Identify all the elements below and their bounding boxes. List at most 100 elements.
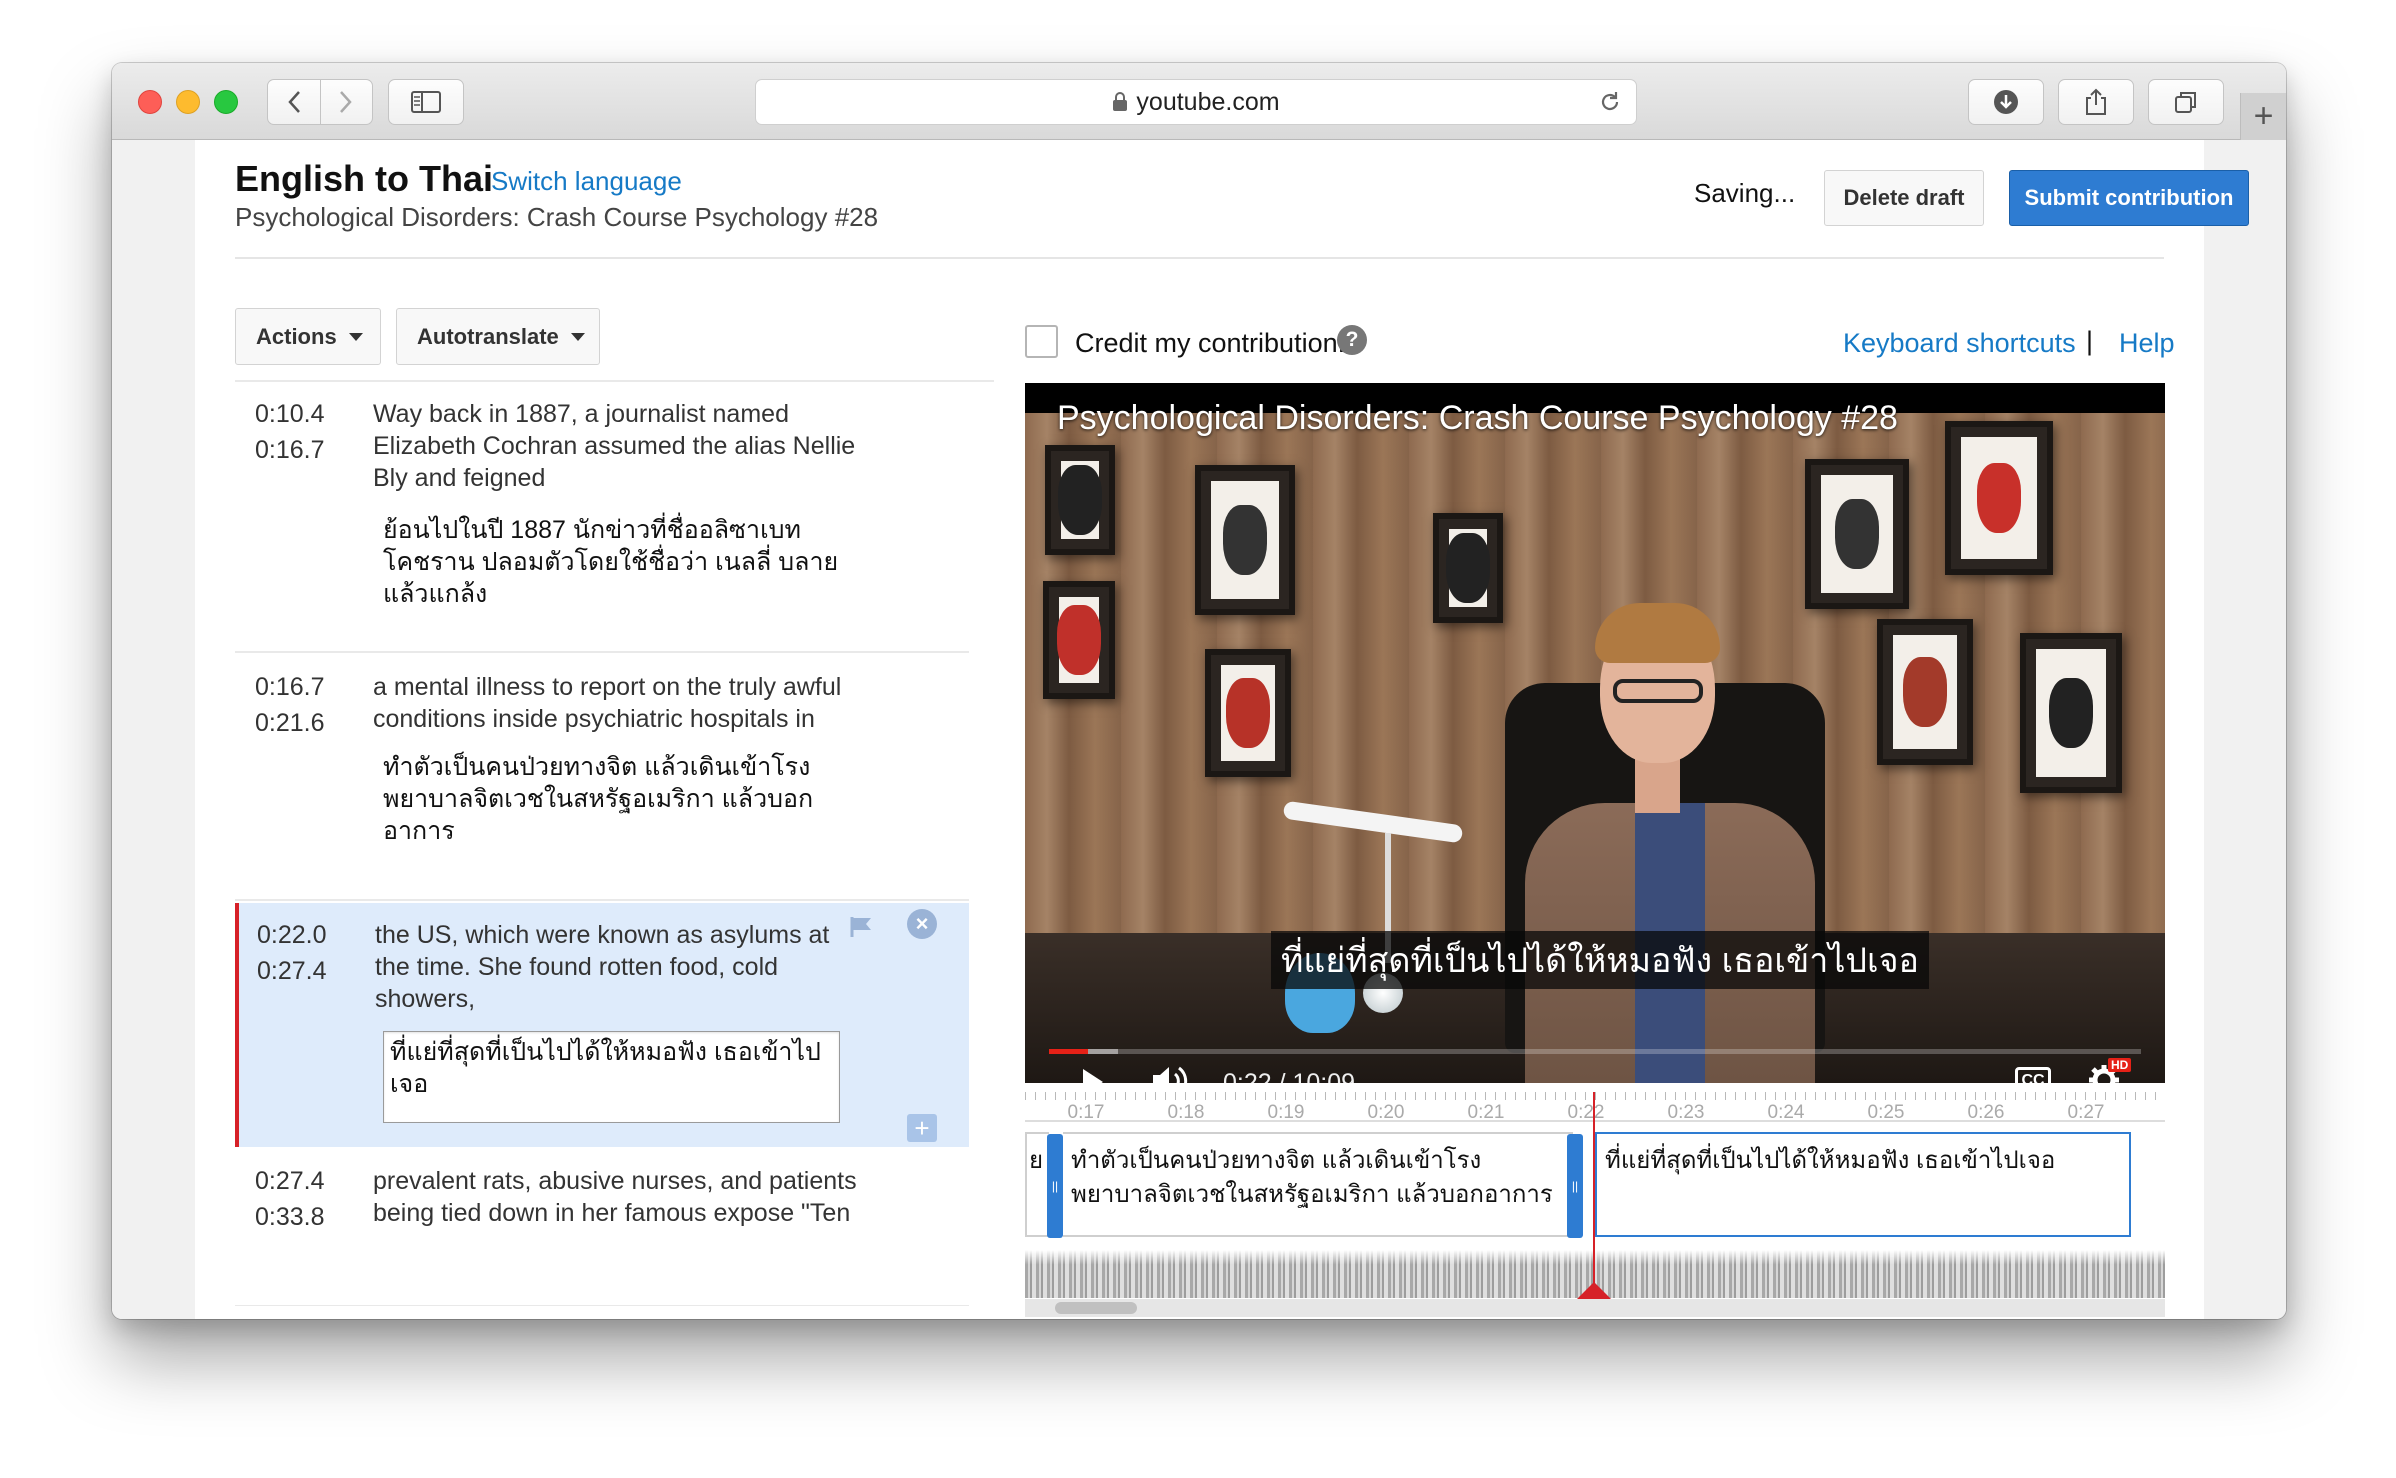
- segment-end-handle[interactable]: ||: [1567, 1134, 1583, 1238]
- wall-frame: [1043, 581, 1115, 699]
- caption-list[interactable]: 0:10.4 0:16.7 Way back in 1887, a journa…: [235, 380, 994, 1306]
- zoom-window-button[interactable]: [214, 90, 238, 114]
- close-window-button[interactable]: [138, 90, 162, 114]
- caption-start-time[interactable]: 0:22.0: [257, 917, 327, 953]
- add-caption-icon[interactable]: +: [907, 1113, 937, 1143]
- video-player[interactable]: Psychological Disorders: Crash Course Ps…: [1025, 383, 2165, 1083]
- caption-times: 0:16.7 0:21.6: [255, 669, 325, 741]
- timeline-tick: 0:24: [1767, 1102, 1805, 1123]
- credit-checkbox[interactable]: [1025, 325, 1058, 358]
- caption-timeline[interactable]: 0:17 0:18 0:19 0:20 0:21 0:22 0:23 0:24 …: [1025, 1092, 2165, 1317]
- downloads-button[interactable]: [1968, 79, 2044, 125]
- caption-end-time[interactable]: 0:16.7: [255, 432, 325, 468]
- video-presenter-hair: [1595, 603, 1720, 663]
- timeline-segment-next[interactable]: ที่แย่ที่สุดที่เป็นไปได้ให้หมอฟัง เธอเข้…: [1595, 1132, 2131, 1237]
- tab-overview-button[interactable]: [2148, 79, 2224, 125]
- timeline-tick: 0:22: [1567, 1102, 1605, 1123]
- minimize-window-button[interactable]: [176, 90, 200, 114]
- playhead-marker-icon[interactable]: [1576, 1282, 1612, 1300]
- caption-row[interactable]: 0:10.4 0:16.7 Way back in 1887, a journa…: [235, 382, 969, 653]
- caption-source-text: the US, which were known as asylums at t…: [375, 921, 830, 1013]
- autotranslate-dropdown[interactable]: Autotranslate: [396, 308, 600, 365]
- delete-caption-icon[interactable]: ×: [907, 909, 937, 939]
- share-icon: [2086, 88, 2106, 115]
- wall-frame: [1433, 513, 1503, 623]
- timeline-scrollbar[interactable]: [1025, 1299, 2165, 1317]
- share-button[interactable]: [2058, 79, 2134, 125]
- page: English to Thai Switch language Psycholo…: [112, 140, 2286, 1319]
- video-progress-bar[interactable]: [1049, 1049, 2141, 1054]
- chevron-left-icon: [288, 91, 300, 113]
- timeline-playhead[interactable]: [1593, 1092, 1595, 1299]
- segment-start-handle[interactable]: ||: [1047, 1134, 1063, 1238]
- address-host: youtube.com: [1136, 87, 1280, 116]
- credit-label[interactable]: Credit my contribution.: [1075, 328, 1345, 359]
- download-icon: [1994, 90, 2018, 114]
- video-title-overlay[interactable]: Psychological Disorders: Crash Course Ps…: [1057, 399, 1898, 438]
- wall-frame: [2020, 633, 2122, 793]
- saving-status: Saving...: [1694, 178, 1796, 208]
- caption-times: 0:22.0 0:27.4: [257, 917, 327, 989]
- nav-buttons: [267, 79, 373, 125]
- wall-frame: [1877, 619, 1973, 765]
- caption-start-time[interactable]: 0:16.7: [255, 669, 325, 705]
- caption-translation-text[interactable]: ทำตัวเป็นคนป่วยทางจิต แล้วเดินเข้าโรง พย…: [383, 751, 853, 847]
- video-caption-overlay: ที่แย่ที่สุดที่เป็นไปได้ให้หมอฟัง เธอเข้…: [1271, 931, 1929, 989]
- submit-contribution-button[interactable]: Submit contribution: [2009, 170, 2249, 226]
- timeline-segment-current[interactable]: ทำตัวเป็นคนป่วยทางจิต แล้วเดินเข้าโรง พย…: [1063, 1132, 1573, 1237]
- sidebar-icon: [411, 91, 441, 113]
- flag-icon[interactable]: [849, 915, 875, 939]
- timeline-segment-previous[interactable]: ย: [1025, 1132, 1049, 1237]
- play-icon[interactable]: [1081, 1067, 1105, 1083]
- keyboard-shortcuts-link[interactable]: Keyboard shortcuts: [1843, 328, 2076, 359]
- caption-end-time[interactable]: 0:21.6: [255, 705, 325, 741]
- timeline-scroll-thumb[interactable]: [1055, 1302, 1137, 1314]
- timeline-tick: 0:26: [1967, 1102, 2005, 1123]
- link-separator: |: [2086, 326, 2094, 356]
- sidebar-toggle-button[interactable]: [388, 79, 464, 125]
- caption-end-time[interactable]: 0:33.8: [255, 1199, 325, 1235]
- address-bar[interactable]: youtube.com: [755, 79, 1637, 125]
- caption-start-time[interactable]: 0:10.4: [255, 396, 325, 432]
- switch-language-link[interactable]: Switch language: [491, 166, 682, 197]
- video-time: 0:22 / 10:09: [1223, 1069, 1356, 1083]
- new-tab-button[interactable]: +: [2240, 93, 2286, 140]
- help-link[interactable]: Help: [2119, 328, 2175, 359]
- caption-source-text: Way back in 1887, a journalist named Eli…: [373, 400, 856, 492]
- timeline-ruler: 0:17 0:18 0:19 0:20 0:21 0:22 0:23 0:24 …: [1025, 1092, 2165, 1123]
- volume-icon[interactable]: [1151, 1063, 1191, 1083]
- caret-down-icon: [348, 332, 363, 341]
- browser-window: youtube.com + English to Thai Switch lan…: [112, 63, 2286, 1319]
- help-question-icon[interactable]: ?: [1337, 325, 1367, 355]
- reload-icon[interactable]: [1598, 90, 1622, 114]
- lock-icon: [1113, 92, 1128, 111]
- timeline-tick: 0:21: [1467, 1102, 1505, 1123]
- caption-row-selected[interactable]: 0:22.0 0:27.4 the US, which were known a…: [235, 903, 969, 1147]
- subtitle-editor: English to Thai Switch language Psycholo…: [195, 140, 2249, 1319]
- autotranslate-label: Autotranslate: [417, 323, 559, 349]
- tabs-icon: [2175, 92, 2196, 113]
- hd-badge: HD: [2108, 1058, 2132, 1072]
- caption-source-text: prevalent rats, abusive nurses, and pati…: [373, 1167, 857, 1227]
- forward-button[interactable]: [319, 80, 372, 124]
- chevron-right-icon: [340, 91, 353, 113]
- timeline-tick: 0:20: [1367, 1102, 1405, 1123]
- cc-icon[interactable]: CC: [2015, 1067, 2051, 1083]
- timeline-tick: 0:25: [1867, 1102, 1905, 1123]
- caption-row[interactable]: 0:16.7 0:21.6 a mental illness to report…: [235, 655, 969, 901]
- caption-start-time[interactable]: 0:27.4: [255, 1163, 325, 1199]
- header-divider: [235, 257, 2164, 259]
- actions-dropdown[interactable]: Actions: [235, 308, 381, 365]
- plus-icon: +: [2253, 97, 2274, 135]
- caption-row[interactable]: 0:27.4 0:33.8 prevalent rats, abusive nu…: [235, 1149, 969, 1306]
- caption-translation-text[interactable]: ย้อนไปในปี 1887 นักข่าวที่ชื่ออลิซาเบท โ…: [383, 514, 853, 610]
- caption-times: 0:10.4 0:16.7: [255, 396, 325, 468]
- back-button[interactable]: [268, 80, 320, 124]
- timeline-tick: 0:18: [1167, 1102, 1205, 1123]
- wall-frame: [1195, 465, 1295, 615]
- caption-end-time[interactable]: 0:27.4: [257, 953, 327, 989]
- video-played-bar: [1049, 1049, 1089, 1054]
- video-presenter-glasses: [1613, 679, 1703, 703]
- delete-draft-button[interactable]: Delete draft: [1824, 170, 1984, 226]
- caption-translation-input[interactable]: ที่แย่ที่สุดที่เป็นไปได้ให้หมอฟัง เธอเข้…: [383, 1031, 840, 1123]
